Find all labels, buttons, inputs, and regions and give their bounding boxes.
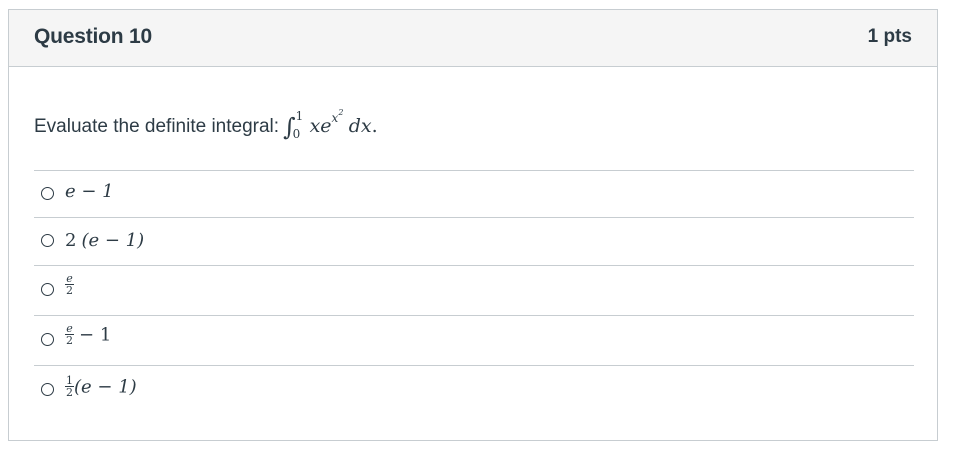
answer-radio-1[interactable]: [41, 187, 54, 200]
answer-radio-4[interactable]: [41, 333, 54, 346]
question-title: Question 10: [34, 25, 152, 48]
question-header: Question 10 1 pts: [9, 10, 937, 67]
question-end-punctuation: .: [371, 115, 378, 137]
answer-option-3[interactable]: e2: [34, 265, 914, 315]
answer-option-1[interactable]: e − 1: [34, 170, 914, 217]
integrand-exponent: x2: [331, 107, 344, 125]
answer-label-5[interactable]: 1 2 (e − 1): [65, 374, 137, 399]
answer-label-2[interactable]: 2 (e − 1): [65, 230, 144, 251]
answer-option-5[interactable]: 1 2 (e − 1): [34, 365, 914, 415]
answer-2-coefficient: 2: [65, 230, 77, 251]
question-text: Evaluate the definite integral: ∫ 1 0 xex2 d…: [34, 107, 378, 141]
answer-radio-2[interactable]: [41, 234, 54, 247]
answer-option-4[interactable]: e2 − 1: [34, 315, 914, 365]
answer-2-paren: (e − 1): [81, 230, 145, 251]
answer-list: e − 1 2 (e − 1) e2 e2 − 1 1 2 (e − 1): [34, 170, 914, 415]
answer-3-fraction: e2: [65, 272, 74, 297]
answer-label-4[interactable]: e2 − 1: [65, 322, 112, 347]
integrand: xe: [309, 115, 332, 137]
question-prompt: Evaluate the definite integral:: [34, 116, 280, 137]
answer-4-suffix: − 1: [79, 324, 112, 346]
integral-differential: dx: [348, 115, 372, 137]
answer-label-3[interactable]: e2: [65, 272, 74, 297]
question-card: Question 10 1 pts Evaluate the definite …: [8, 9, 938, 441]
answer-5-fraction: 12: [65, 374, 74, 399]
integral-upper-limit: 1: [295, 108, 304, 123]
answer-option-2[interactable]: 2 (e − 1): [34, 217, 914, 265]
question-points: 1 pts: [867, 26, 912, 47]
integral-limits: 10: [293, 109, 306, 141]
answer-4-fraction: e2: [65, 322, 74, 347]
answer-5-paren: (e − 1): [74, 376, 137, 398]
answer-label-1[interactable]: e − 1: [65, 181, 114, 202]
answer-radio-5[interactable]: [41, 383, 54, 396]
integral-lower-limit: 0: [292, 126, 301, 141]
answer-radio-3[interactable]: [41, 283, 54, 296]
